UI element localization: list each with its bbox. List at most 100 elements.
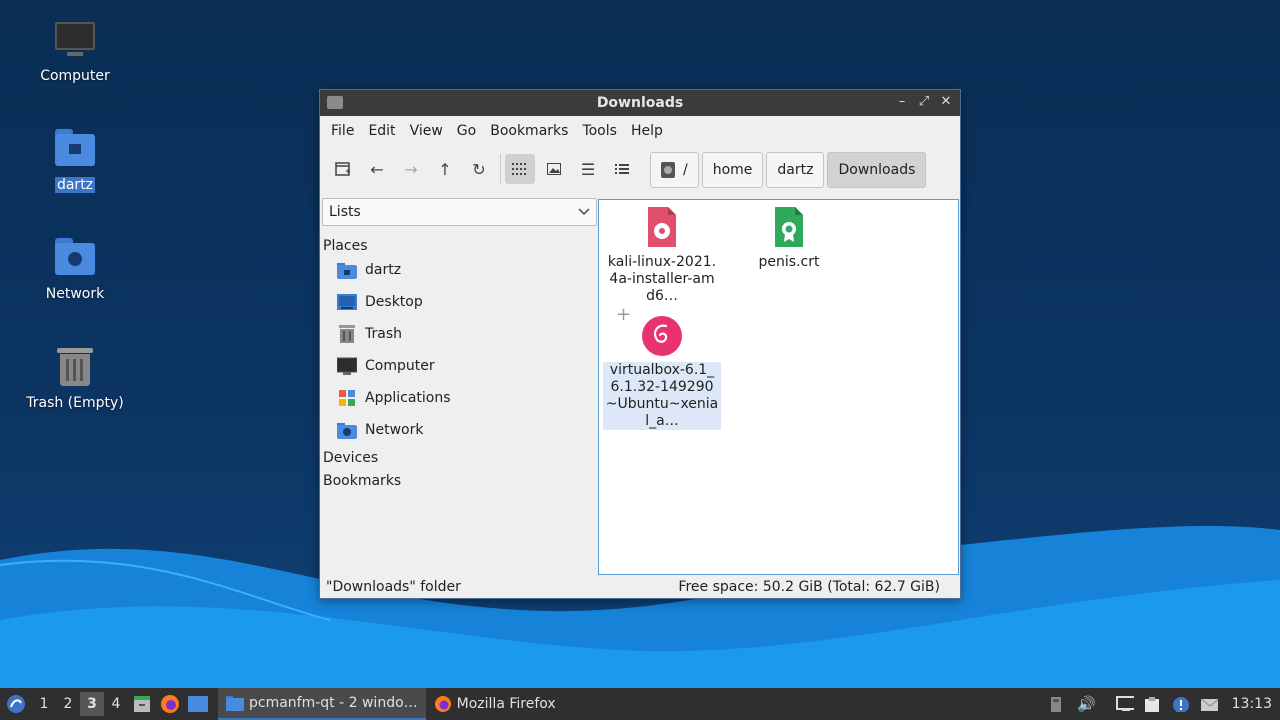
toolbar-separator xyxy=(500,154,501,184)
menu-bookmarks[interactable]: Bookmarks xyxy=(483,123,575,139)
home-folder-icon xyxy=(53,127,97,171)
menu-view[interactable]: View xyxy=(403,123,450,139)
usb-drive-icon[interactable] xyxy=(1049,696,1067,712)
sidebar-item-computer[interactable]: Computer xyxy=(321,350,597,382)
devices-header[interactable]: Devices xyxy=(321,446,597,469)
sidebar-item-label: Trash xyxy=(365,326,402,342)
firefox-launcher-icon[interactable] xyxy=(156,694,184,714)
workspace-2[interactable]: 2 xyxy=(56,696,80,712)
workspace-3[interactable]: 3 xyxy=(80,692,104,716)
new-tab-icon[interactable] xyxy=(328,154,358,184)
desktop-icon-computer[interactable]: Computer xyxy=(20,18,130,84)
titlebar[interactable]: Downloads – ⤢ ✕ xyxy=(320,90,960,116)
trash-icon xyxy=(53,345,97,389)
menu-go[interactable]: Go xyxy=(450,123,483,139)
statusbar: "Downloads" folder Free space: 50.2 GiB … xyxy=(320,576,960,598)
breadcrumb-home[interactable]: home xyxy=(701,152,764,188)
breadcrumb: / home dartz Downloads xyxy=(650,152,927,188)
minimize-button[interactable]: – xyxy=(894,93,910,111)
sidebar: Lists Places dartz Desktop Trash Compute… xyxy=(321,198,597,576)
file-item-virtualbox[interactable]: + virtualbox-6.1_6.1.32-149290~Ubuntu~xe… xyxy=(603,306,721,430)
clock[interactable]: 13:13 xyxy=(1232,696,1272,712)
update-notifier-icon[interactable] xyxy=(1172,696,1190,712)
menu-edit[interactable]: Edit xyxy=(361,123,402,139)
file-cabinet-icon[interactable] xyxy=(128,695,156,713)
workspace-4[interactable]: 4 xyxy=(104,696,128,712)
file-name: penis.crt xyxy=(758,254,820,270)
debian-package-icon: + xyxy=(616,306,682,356)
breadcrumb-root[interactable]: / xyxy=(650,152,699,188)
folder-icon xyxy=(226,696,244,711)
task-label: pcmanfm-qt - 2 windo… xyxy=(249,695,418,711)
places-header[interactable]: Places xyxy=(321,238,597,254)
computer-icon xyxy=(53,18,97,62)
chevron-down-icon xyxy=(578,208,590,216)
clipboard-icon[interactable] xyxy=(1144,696,1162,712)
sidebar-item-label: dartz xyxy=(365,262,402,278)
show-desktop-icon[interactable] xyxy=(184,695,212,713)
desktop-icon-label: Computer xyxy=(40,68,110,84)
computer-icon xyxy=(336,357,358,375)
menu-file[interactable]: File xyxy=(324,123,361,139)
task-label: Mozilla Firefox xyxy=(456,696,556,712)
breadcrumb-label: / xyxy=(683,162,688,178)
sidebar-item-label: Network xyxy=(365,422,424,438)
reload-icon[interactable]: ↻ xyxy=(464,154,494,184)
compact-view-icon[interactable]: ☰ xyxy=(573,154,603,184)
close-button[interactable]: ✕ xyxy=(938,93,954,111)
desktop-icon xyxy=(337,293,357,311)
home-folder-icon xyxy=(337,261,357,279)
forward-arrow-icon[interactable]: → xyxy=(396,154,426,184)
system-tray: 🔊 13:13 xyxy=(1049,688,1272,720)
file-manager-window: Downloads – ⤢ ✕ File Edit View Go Bookma… xyxy=(319,89,961,599)
status-free-space: Free space: 50.2 GiB (Total: 62.7 GiB) xyxy=(678,579,940,595)
mail-icon[interactable] xyxy=(1200,696,1218,712)
sidebar-item-applications[interactable]: Applications xyxy=(321,382,597,414)
trash-icon xyxy=(337,325,357,343)
volume-icon[interactable]: 🔊 xyxy=(1077,695,1096,713)
sidebar-item-desktop[interactable]: Desktop xyxy=(321,286,597,318)
start-menu-button[interactable] xyxy=(0,688,32,720)
maximize-button[interactable]: ⤢ xyxy=(916,93,932,111)
network-status-icon[interactable] xyxy=(1115,696,1134,712)
network-icon xyxy=(337,421,357,439)
thumbnail-view-icon[interactable] xyxy=(539,154,569,184)
toolbar: ← → ↑ ↻ ☰ / home dartz Downloads xyxy=(320,146,960,192)
desktop-icon-trash[interactable]: Trash (Empty) xyxy=(20,345,130,411)
breadcrumb-label: Downloads xyxy=(838,162,916,178)
breadcrumb-downloads[interactable]: Downloads xyxy=(827,152,927,188)
menu-tools[interactable]: Tools xyxy=(575,123,624,139)
sidebar-item-network[interactable]: Network xyxy=(321,414,597,446)
sidebar-item-trash[interactable]: Trash xyxy=(321,318,597,350)
network-folder-icon xyxy=(53,236,97,280)
back-arrow-icon[interactable]: ← xyxy=(362,154,392,184)
disc-image-icon xyxy=(642,206,682,248)
file-item-penis-crt[interactable]: penis.crt xyxy=(730,206,848,271)
taskbar: 1 2 3 4 pcmanfm-qt - 2 windo… Mozilla Fi… xyxy=(0,688,1280,720)
desktop-icon-network[interactable]: Network xyxy=(20,236,130,302)
file-view[interactable]: kali-linux-2021.4a-installer-amd6… penis… xyxy=(598,199,959,575)
window-title: Downloads xyxy=(596,95,684,111)
bookmarks-header[interactable]: Bookmarks xyxy=(321,469,597,492)
file-item-kali[interactable]: kali-linux-2021.4a-installer-amd6… xyxy=(603,206,721,305)
certificate-icon xyxy=(769,206,809,248)
workspace-1[interactable]: 1 xyxy=(32,696,56,712)
menu-help[interactable]: Help xyxy=(624,123,670,139)
menubar: File Edit View Go Bookmarks Tools Help xyxy=(320,116,960,146)
task-firefox[interactable]: Mozilla Firefox xyxy=(426,688,564,720)
up-arrow-icon[interactable]: ↑ xyxy=(430,154,460,184)
sidebar-mode-value: Lists xyxy=(329,204,361,220)
desktop-icon-label: dartz xyxy=(54,177,96,193)
sidebar-item-dartz[interactable]: dartz xyxy=(321,254,597,286)
breadcrumb-dartz[interactable]: dartz xyxy=(766,152,825,188)
sidebar-mode-select[interactable]: Lists xyxy=(322,198,597,226)
lubuntu-logo-icon xyxy=(7,695,25,713)
breadcrumb-label: dartz xyxy=(777,162,814,178)
detailed-list-view-icon[interactable] xyxy=(607,154,637,184)
status-folder-label: "Downloads" folder xyxy=(326,579,461,595)
file-name: virtualbox-6.1_6.1.32-149290~Ubuntu~xeni… xyxy=(603,362,721,430)
desktop-icon-dartz[interactable]: dartz xyxy=(20,127,130,193)
sidebar-item-label: Desktop xyxy=(365,294,423,310)
task-pcmanfm[interactable]: pcmanfm-qt - 2 windo… xyxy=(218,688,426,720)
icon-view-icon[interactable] xyxy=(505,154,535,184)
